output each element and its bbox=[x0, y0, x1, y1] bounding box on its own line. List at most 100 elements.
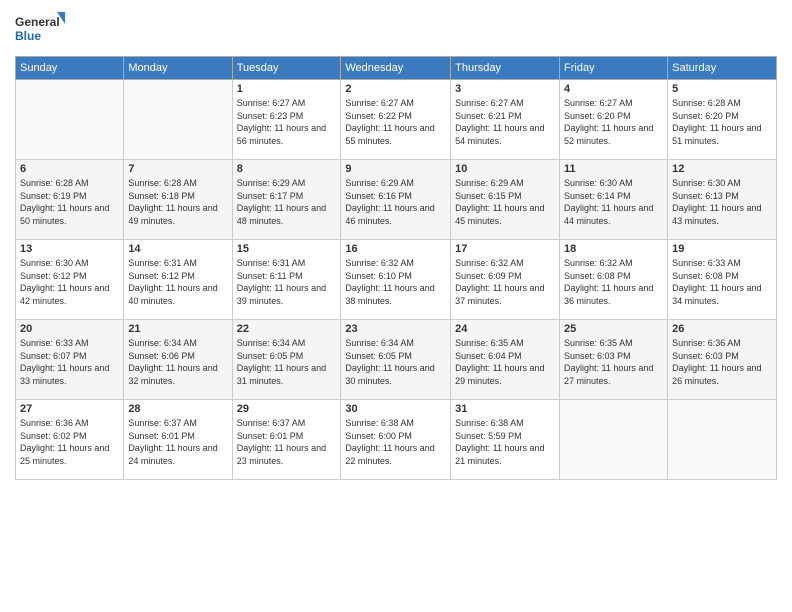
calendar-cell: 22 Sunrise: 6:34 AM Sunset: 6:05 PM Dayli… bbox=[232, 320, 341, 400]
day-number: 24 bbox=[455, 323, 555, 335]
day-number: 4 bbox=[564, 83, 663, 95]
calendar-table: SundayMondayTuesdayWednesdayThursdayFrid… bbox=[15, 56, 777, 480]
calendar-cell: 25 Sunrise: 6:35 AM Sunset: 6:03 PM Dayli… bbox=[560, 320, 668, 400]
calendar-cell: 28 Sunrise: 6:37 AM Sunset: 6:01 PM Dayli… bbox=[124, 400, 232, 480]
day-number: 21 bbox=[128, 323, 227, 335]
calendar-cell: 13 Sunrise: 6:30 AM Sunset: 6:12 PM Dayli… bbox=[16, 240, 124, 320]
calendar-week-5: 27 Sunrise: 6:36 AM Sunset: 6:02 PM Dayli… bbox=[16, 400, 777, 480]
calendar-cell: 12Sunrise: 6:30 AM Sunset: 6:13 PM Dayli… bbox=[668, 160, 777, 240]
calendar-cell: 9 Sunrise: 6:29 AM Sunset: 6:16 PM Daylig… bbox=[341, 160, 451, 240]
logo: General Blue bbox=[15, 10, 65, 48]
svg-text:General: General bbox=[15, 15, 60, 29]
day-number: 16 bbox=[345, 243, 446, 255]
day-number: 5 bbox=[672, 83, 772, 95]
day-header-monday: Monday bbox=[124, 57, 232, 80]
calendar-cell: 4Sunrise: 6:27 AM Sunset: 6:20 PM Daylig… bbox=[560, 80, 668, 160]
calendar-cell: 1 Sunrise: 6:27 AM Sunset: 6:23 PM Daylig… bbox=[232, 80, 341, 160]
day-number: 13 bbox=[20, 243, 119, 255]
calendar-cell: 30Sunrise: 6:38 AM Sunset: 6:00 PM Dayli… bbox=[341, 400, 451, 480]
day-info: Sunrise: 6:34 AM Sunset: 6:06 PM Dayligh… bbox=[128, 337, 227, 387]
day-number: 19 bbox=[672, 243, 772, 255]
day-number: 18 bbox=[564, 243, 663, 255]
calendar-cell bbox=[668, 400, 777, 480]
day-info: Sunrise: 6:36 AM Sunset: 6:02 PM Dayligh… bbox=[20, 417, 119, 467]
calendar-cell bbox=[124, 80, 232, 160]
day-number: 20 bbox=[20, 323, 119, 335]
calendar-cell: 8Sunrise: 6:29 AM Sunset: 6:17 PM Daylig… bbox=[232, 160, 341, 240]
day-info: Sunrise: 6:28 AM Sunset: 6:19 PM Dayligh… bbox=[20, 177, 119, 227]
day-number: 22 bbox=[237, 323, 337, 335]
day-info: Sunrise: 6:37 AM Sunset: 6:01 PM Dayligh… bbox=[128, 417, 227, 467]
calendar-cell: 20 Sunrise: 6:33 AM Sunset: 6:07 PM Dayli… bbox=[16, 320, 124, 400]
calendar-cell: 21 Sunrise: 6:34 AM Sunset: 6:06 PM Dayli… bbox=[124, 320, 232, 400]
day-info: Sunrise: 6:32 AM Sunset: 6:09 PM Dayligh… bbox=[455, 257, 555, 307]
calendar-week-3: 13 Sunrise: 6:30 AM Sunset: 6:12 PM Dayli… bbox=[16, 240, 777, 320]
day-info: Sunrise: 6:37 AM Sunset: 6:01 PM Dayligh… bbox=[237, 417, 337, 467]
day-header-saturday: Saturday bbox=[668, 57, 777, 80]
day-number: 6 bbox=[20, 163, 119, 175]
day-number: 2 bbox=[345, 83, 446, 95]
day-header-sunday: Sunday bbox=[16, 57, 124, 80]
day-header-wednesday: Wednesday bbox=[341, 57, 451, 80]
logo-svg: General Blue bbox=[15, 10, 65, 48]
calendar-cell: 14Sunrise: 6:31 AM Sunset: 6:12 PM Dayli… bbox=[124, 240, 232, 320]
calendar-cell: 3 Sunrise: 6:27 AM Sunset: 6:21 PM Daylig… bbox=[451, 80, 560, 160]
day-number: 15 bbox=[237, 243, 337, 255]
day-number: 10 bbox=[455, 163, 555, 175]
day-info: Sunrise: 6:28 AM Sunset: 6:20 PM Dayligh… bbox=[672, 97, 772, 147]
calendar-cell: 16 Sunrise: 6:32 AM Sunset: 6:10 PM Dayli… bbox=[341, 240, 451, 320]
day-number: 29 bbox=[237, 403, 337, 415]
day-info: Sunrise: 6:30 AM Sunset: 6:12 PM Dayligh… bbox=[20, 257, 119, 307]
day-info: Sunrise: 6:32 AM Sunset: 6:08 PM Dayligh… bbox=[564, 257, 663, 307]
day-number: 3 bbox=[455, 83, 555, 95]
calendar-cell: 26Sunrise: 6:36 AM Sunset: 6:03 PM Dayli… bbox=[668, 320, 777, 400]
calendar-cell: 31 Sunrise: 6:38 AM Sunset: 5:59 PM Dayli… bbox=[451, 400, 560, 480]
calendar-week-4: 20 Sunrise: 6:33 AM Sunset: 6:07 PM Dayli… bbox=[16, 320, 777, 400]
day-info: Sunrise: 6:36 AM Sunset: 6:03 PM Dayligh… bbox=[672, 337, 772, 387]
day-number: 27 bbox=[20, 403, 119, 415]
calendar-cell: 5 Sunrise: 6:28 AM Sunset: 6:20 PM Daylig… bbox=[668, 80, 777, 160]
day-info: Sunrise: 6:29 AM Sunset: 6:16 PM Dayligh… bbox=[345, 177, 446, 227]
day-number: 9 bbox=[345, 163, 446, 175]
day-number: 31 bbox=[455, 403, 555, 415]
day-header-friday: Friday bbox=[560, 57, 668, 80]
day-info: Sunrise: 6:32 AM Sunset: 6:10 PM Dayligh… bbox=[345, 257, 446, 307]
day-info: Sunrise: 6:30 AM Sunset: 6:14 PM Dayligh… bbox=[564, 177, 663, 227]
day-number: 23 bbox=[345, 323, 446, 335]
calendar-cell: 27 Sunrise: 6:36 AM Sunset: 6:02 PM Dayli… bbox=[16, 400, 124, 480]
day-info: Sunrise: 6:34 AM Sunset: 6:05 PM Dayligh… bbox=[345, 337, 446, 387]
day-number: 30 bbox=[345, 403, 446, 415]
calendar-cell: 10 Sunrise: 6:29 AM Sunset: 6:15 PM Dayli… bbox=[451, 160, 560, 240]
calendar-cell: 29 Sunrise: 6:37 AM Sunset: 6:01 PM Dayli… bbox=[232, 400, 341, 480]
day-info: Sunrise: 6:31 AM Sunset: 6:11 PM Dayligh… bbox=[237, 257, 337, 307]
day-info: Sunrise: 6:35 AM Sunset: 6:03 PM Dayligh… bbox=[564, 337, 663, 387]
day-number: 28 bbox=[128, 403, 227, 415]
calendar-week-2: 6 Sunrise: 6:28 AM Sunset: 6:19 PM Daylig… bbox=[16, 160, 777, 240]
day-info: Sunrise: 6:34 AM Sunset: 6:05 PM Dayligh… bbox=[237, 337, 337, 387]
svg-text:Blue: Blue bbox=[15, 29, 41, 43]
calendar-header-row: SundayMondayTuesdayWednesdayThursdayFrid… bbox=[16, 57, 777, 80]
day-number: 25 bbox=[564, 323, 663, 335]
calendar-cell: 2Sunrise: 6:27 AM Sunset: 6:22 PM Daylig… bbox=[341, 80, 451, 160]
calendar-cell: 19 Sunrise: 6:33 AM Sunset: 6:08 PM Dayli… bbox=[668, 240, 777, 320]
day-number: 7 bbox=[128, 163, 227, 175]
day-info: Sunrise: 6:35 AM Sunset: 6:04 PM Dayligh… bbox=[455, 337, 555, 387]
calendar-cell: 11 Sunrise: 6:30 AM Sunset: 6:14 PM Dayli… bbox=[560, 160, 668, 240]
calendar-week-1: 1 Sunrise: 6:27 AM Sunset: 6:23 PM Daylig… bbox=[16, 80, 777, 160]
day-info: Sunrise: 6:33 AM Sunset: 6:07 PM Dayligh… bbox=[20, 337, 119, 387]
day-info: Sunrise: 6:33 AM Sunset: 6:08 PM Dayligh… bbox=[672, 257, 772, 307]
day-info: Sunrise: 6:29 AM Sunset: 6:17 PM Dayligh… bbox=[237, 177, 337, 227]
day-info: Sunrise: 6:29 AM Sunset: 6:15 PM Dayligh… bbox=[455, 177, 555, 227]
day-info: Sunrise: 6:30 AM Sunset: 6:13 PM Dayligh… bbox=[672, 177, 772, 227]
page: General Blue SundayMondayTuesdayWednesda… bbox=[0, 0, 792, 612]
day-number: 11 bbox=[564, 163, 663, 175]
calendar-cell: 6 Sunrise: 6:28 AM Sunset: 6:19 PM Daylig… bbox=[16, 160, 124, 240]
day-info: Sunrise: 6:31 AM Sunset: 6:12 PM Dayligh… bbox=[128, 257, 227, 307]
day-header-tuesday: Tuesday bbox=[232, 57, 341, 80]
day-info: Sunrise: 6:27 AM Sunset: 6:21 PM Dayligh… bbox=[455, 97, 555, 147]
day-header-thursday: Thursday bbox=[451, 57, 560, 80]
day-number: 1 bbox=[237, 83, 337, 95]
day-info: Sunrise: 6:27 AM Sunset: 6:23 PM Dayligh… bbox=[237, 97, 337, 147]
calendar-cell bbox=[560, 400, 668, 480]
day-info: Sunrise: 6:38 AM Sunset: 5:59 PM Dayligh… bbox=[455, 417, 555, 467]
